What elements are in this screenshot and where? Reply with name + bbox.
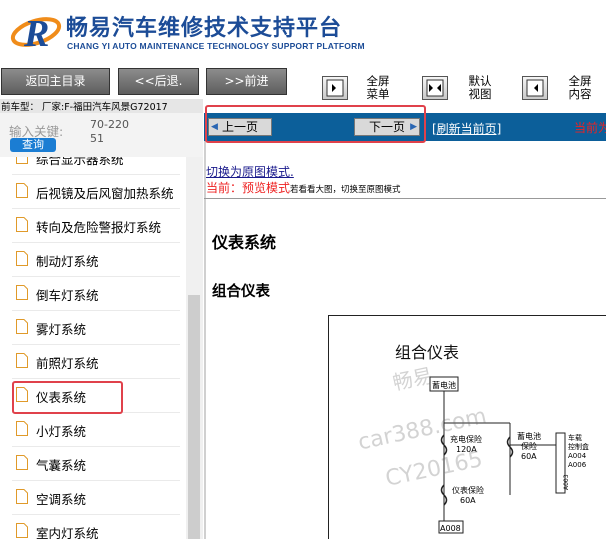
document-icon xyxy=(16,183,28,198)
sidebar-scroll-thumb[interactable] xyxy=(188,295,200,539)
content-left-border xyxy=(204,141,206,539)
document-icon xyxy=(16,319,28,334)
selected-item-highlight xyxy=(12,381,123,414)
tree-item[interactable]: 空调系统 xyxy=(12,480,180,514)
fuse2-label: 蓄电池 xyxy=(517,431,541,441)
tree-item[interactable]: 雾灯系统 xyxy=(12,310,180,344)
fullscreen-content-button[interactable] xyxy=(522,76,548,100)
document-icon xyxy=(16,523,28,538)
section-title: 组合仪表 xyxy=(212,284,270,300)
fullscreen-menu-button[interactable] xyxy=(322,76,348,100)
fuse3-rating: 60A xyxy=(460,496,476,505)
document-icon xyxy=(16,217,28,232)
content-divider xyxy=(204,198,606,199)
fullscreen-menu-icon xyxy=(326,79,344,97)
forward-button[interactable]: >>前进 xyxy=(206,68,287,95)
tree-item[interactable]: 制动灯系统 xyxy=(12,242,180,276)
default-view-button[interactable] xyxy=(422,76,448,100)
battery-label: 蓄电池 xyxy=(432,380,456,390)
site-title: 畅易汽车维修技术支持平台 xyxy=(66,16,343,41)
fuse4-code1: A004 xyxy=(568,452,587,460)
tree-item[interactable]: 气囊系统 xyxy=(12,446,180,480)
fuse3-label: 仪表保险 xyxy=(452,485,484,495)
tree-item[interactable]: 前照灯系统 xyxy=(12,344,180,378)
fuse4-label-2: 控制盒 xyxy=(568,442,589,451)
fullscreen-menu-label: 全屏 菜单 xyxy=(366,74,390,101)
fuse2-label-2: 保险 xyxy=(521,441,537,451)
search-area: 输入关键: 70-22051 查询 xyxy=(0,113,203,157)
current-mode-line: 当前：预览模式若看看大图，切换至原图模式 xyxy=(206,179,401,196)
query-button[interactable]: 查询 xyxy=(10,138,56,152)
default-view-icon xyxy=(426,79,444,97)
page-nav-highlight xyxy=(205,105,426,143)
app-window: R 畅易汽车维修技术支持平台 CHANG YI AUTO MAINTENANCE… xyxy=(0,0,606,539)
diagram-title: 组合仪表 xyxy=(395,343,459,362)
document-icon xyxy=(16,353,28,368)
content-panel: ◀ 上一页 下一页 ▶ [刷新当前页] 当前为 切换为原图模式. 当前：预览模式… xyxy=(204,113,606,539)
fullscreen-content-label: 全屏 内容 xyxy=(568,74,592,101)
fuse2-rating: 60A xyxy=(521,452,537,461)
default-view-label: 默认 视图 xyxy=(468,74,492,101)
system-tree: 综合显示器系统 后视镜及后风窗加热系统 转向及危险警报灯系统 制动灯系统 倒车灯… xyxy=(0,157,186,539)
refresh-page-link[interactable]: [刷新当前页] xyxy=(432,120,501,137)
document-icon xyxy=(16,421,28,436)
toolbar: 返回主目录 <<后退. >>前进 全屏 菜单 默认 视图 全屏 内容 xyxy=(0,62,606,101)
back-button[interactable]: <<后退. xyxy=(118,68,199,95)
fuse4-label: 车载 xyxy=(568,433,582,442)
tree-item[interactable]: 综合显示器系统 xyxy=(12,157,180,174)
current-status-text: 当前为 xyxy=(574,121,606,135)
fuse4-code2: A006 xyxy=(568,461,587,469)
system-title: 仪表系统 xyxy=(212,233,277,252)
document-icon xyxy=(16,285,28,300)
wiring-diagram: 组合仪表 蓄电池 充电保险 120A 蓄电池 保险 60A 仪表保险 60A 车… xyxy=(328,315,606,539)
document-icon xyxy=(16,157,28,164)
vehicle-info: 前车型： 厂家:F-福田汽车风景G72017 xyxy=(0,99,203,113)
document-icon xyxy=(16,489,28,504)
search-input[interactable]: 70-22051 xyxy=(90,118,130,146)
tree-item[interactable]: 转向及危险警报灯系统 xyxy=(12,208,180,242)
switch-original-mode-link[interactable]: 切换为原图模式. xyxy=(206,163,294,180)
conn2-label: A003 xyxy=(563,474,570,490)
site-header: R 畅易汽车维修技术支持平台 CHANG YI AUTO MAINTENANCE… xyxy=(0,0,606,62)
brand-logo-icon: R xyxy=(10,13,62,54)
sidebar: 输入关键: 70-22051 查询 综合显示器系统 后视镜及后风窗加热系统 转向… xyxy=(0,113,203,539)
tree-item[interactable]: 室内灯系统 xyxy=(12,514,180,539)
conn1-label: A008 xyxy=(440,524,461,533)
document-icon xyxy=(16,251,28,266)
tree-item[interactable]: 倒车灯系统 xyxy=(12,276,180,310)
fullscreen-content-icon xyxy=(526,79,544,97)
current-mode-hint: 若看看大图，切换至原图模式 xyxy=(290,185,401,195)
tree-item[interactable]: 小灯系统 xyxy=(12,412,180,446)
current-mode-label: 当前：预览模式 xyxy=(206,181,291,195)
site-subtitle: CHANG YI AUTO MAINTENANCE TECHNOLOGY SUP… xyxy=(67,41,365,51)
document-icon xyxy=(16,455,28,470)
svg-text:R: R xyxy=(23,13,49,54)
tree-item[interactable]: 后视镜及后风窗加热系统 xyxy=(12,174,180,208)
home-button[interactable]: 返回主目录 xyxy=(1,68,110,95)
